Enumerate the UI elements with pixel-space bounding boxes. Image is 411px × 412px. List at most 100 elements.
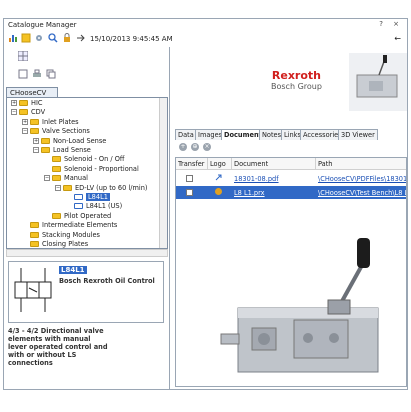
tree-item-label: L84L1 (US)	[86, 202, 123, 211]
tree-item[interactable]: Intermediate Elements	[22, 221, 117, 230]
folder-icon	[52, 175, 61, 182]
folder-icon	[52, 156, 61, 163]
document-logo-icon	[214, 187, 223, 198]
tree-item-label: L84L1	[86, 193, 110, 201]
tree-item-label: CDV	[31, 108, 46, 117]
hydraulic-symbol-icon	[14, 268, 52, 312]
tab-data[interactable]: Data	[175, 129, 197, 140]
copy-icon[interactable]	[46, 69, 56, 79]
brand-name: Rexroth	[271, 69, 322, 82]
preview-brand: Bosch Rexroth Oil Control	[59, 277, 155, 285]
tree-item[interactable]: Stacking Modules	[22, 231, 100, 240]
lock-icon[interactable]	[62, 33, 72, 43]
folder-icon	[52, 212, 61, 219]
right-pane: Rexroth Bosch Group Data Images Documents N…	[171, 47, 407, 389]
tree-item[interactable]: − Valve Sections	[22, 127, 90, 136]
add-document-icon[interactable]: +	[179, 143, 187, 151]
left-pane: CHooseCV + HIC − CDV + Inlet Plates − Valve Sec…	[4, 47, 170, 389]
window-title: Catalogue Manager	[8, 21, 77, 29]
folder-icon	[52, 165, 61, 172]
book-icon[interactable]	[21, 33, 31, 43]
settings-icon[interactable]	[34, 33, 44, 43]
remove-document-icon[interactable]: ×	[203, 143, 211, 151]
tree-item-label: Stacking Modules	[42, 230, 100, 239]
folder-icon	[63, 184, 72, 191]
title-bar: Catalogue Manager ? ×	[4, 19, 407, 31]
tree-item-label: Valve Sections	[42, 127, 90, 136]
new-icon[interactable]	[18, 69, 28, 79]
catalogue-manager-window: Catalogue Manager ? × 15/10/2013 9:45:45…	[3, 18, 408, 390]
header-document[interactable]: Document	[232, 158, 316, 170]
tree-expander-icon[interactable]: +	[22, 118, 28, 125]
folder-icon	[74, 203, 83, 210]
header-logo[interactable]: Logo	[208, 158, 232, 170]
tree-item[interactable]: + Inlet Plates	[22, 118, 79, 127]
tree-item[interactable]: + Non-Load Sense	[33, 137, 106, 146]
title-buttons[interactable]: ? ×	[379, 20, 403, 28]
arrow-right-icon[interactable]	[76, 33, 86, 43]
tree-item-label: Non-Load Sense	[53, 136, 107, 145]
product-thumbnail	[349, 53, 407, 111]
tree-expander-icon[interactable]: −	[33, 147, 39, 153]
rexroth-logo: Rexroth Bosch Group	[271, 69, 322, 91]
documents-table: Transfer Logo Document Path 18301-08.pdf…	[175, 157, 407, 387]
tree-item[interactable]: Solenoid - On / Off	[44, 155, 124, 164]
tree-item[interactable]: L84L1 (US)	[66, 202, 122, 211]
print-icon[interactable]	[32, 69, 42, 79]
document-path[interactable]: \CHooseCV\Test Bench\L8 L	[318, 189, 406, 197]
folder-icon	[30, 118, 39, 125]
tree-item[interactable]: − Manual	[44, 174, 88, 183]
catalogue-tree: + HIC − CDV + Inlet Plates − Valve Sections + Non…	[6, 97, 168, 249]
grid-icon[interactable]	[18, 51, 28, 61]
document-logo-icon	[214, 173, 223, 184]
folder-icon	[30, 231, 39, 238]
header-path[interactable]: Path	[316, 158, 406, 170]
transfer-checkbox[interactable]	[186, 175, 193, 182]
tree-vertical-scrollbar[interactable]	[159, 98, 167, 248]
tree-item[interactable]: Pilot Operated	[44, 212, 111, 221]
tree-item-label: ED-LV (up to 60 l/min)	[75, 183, 148, 192]
tree-item[interactable]: L84L1	[66, 193, 110, 202]
tree-item-label: Solenoid - On / Off	[64, 155, 125, 164]
folder-icon	[41, 137, 50, 144]
tree-expander-icon[interactable]: −	[11, 109, 17, 116]
tree-horizontal-scrollbar[interactable]	[6, 249, 168, 257]
folder-icon	[30, 128, 39, 135]
tree-item-label: Manual	[64, 174, 88, 183]
tree-expander-icon[interactable]: −	[55, 184, 61, 191]
folder-icon	[30, 241, 39, 247]
transfer-checkbox[interactable]	[186, 189, 193, 196]
tab-3d-viewer[interactable]: 3D Viewer	[338, 129, 378, 140]
preview-description: 4/3 - 4/2 Directional valve elements wit…	[8, 327, 108, 367]
tree-expander-icon[interactable]: +	[11, 100, 17, 106]
search-icon[interactable]	[48, 33, 58, 43]
tree-item[interactable]: Closing Plates	[22, 240, 88, 248]
tree-item[interactable]: − ED-LV (up to 60 l/min)	[55, 184, 147, 193]
link-document-icon[interactable]: ⊕	[191, 143, 199, 151]
tree-item[interactable]: Solenoid - Proportional	[44, 165, 139, 174]
document-link[interactable]: L8 L1.prx	[234, 189, 314, 197]
document-link[interactable]: 18301-08.pdf	[234, 175, 314, 183]
tree-item-label: Pilot Operated	[64, 211, 112, 220]
tree-item[interactable]: − CDV	[11, 108, 45, 117]
tree-expander-icon[interactable]: +	[33, 137, 39, 144]
document-path[interactable]: \CHooseCV\PDFFiles\18301-0	[318, 175, 406, 183]
tree-item[interactable]: − Load Sense	[33, 146, 91, 155]
table-row[interactable]: L8 L1.prx \CHooseCV\Test Bench\L8 L	[176, 186, 406, 199]
tree-item-label: Inlet Plates	[42, 117, 79, 126]
folder-icon	[19, 100, 28, 106]
tree-expander-icon[interactable]: −	[44, 175, 50, 182]
tree-expander-icon[interactable]: −	[22, 128, 28, 135]
catalogue-tab[interactable]: CHooseCV	[6, 87, 58, 97]
timestamp: 15/10/2013 9:45:45 AM	[90, 35, 173, 43]
header-transfer[interactable]: Transfer	[176, 158, 208, 170]
tree-item[interactable]: + HIC	[11, 99, 43, 108]
back-arrow-icon[interactable]: ←	[394, 34, 401, 43]
chart-icon[interactable]	[8, 33, 18, 43]
tree-item-label: HIC	[31, 99, 43, 107]
folder-icon	[30, 222, 39, 229]
table-row[interactable]: 18301-08.pdf \CHooseCV\PDFFiles\18301-0	[176, 172, 406, 185]
preview-header: L84L1 Bosch Rexroth Oil Control	[8, 261, 164, 323]
tree-item-label: Intermediate Elements	[42, 221, 118, 230]
brand-sub: Bosch Group	[271, 82, 322, 91]
